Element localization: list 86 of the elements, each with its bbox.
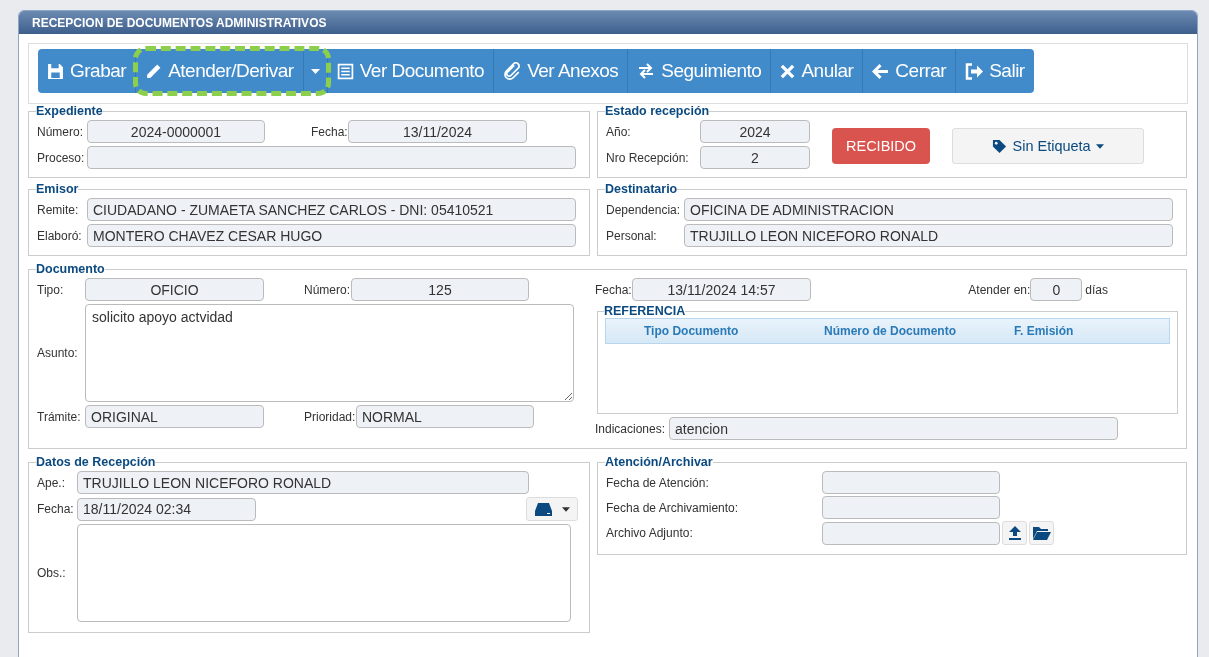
input-field[interactable]: CIUDADANO - ZUMAETA SANCHEZ CARLOS - DNI: 05410521 (87, 198, 576, 221)
input-field[interactable]: OFICINA DE ADMINISTRACION (684, 198, 1173, 221)
field-label: Fecha: (595, 282, 632, 297)
input-field[interactable]: 2024-0000001 (87, 120, 265, 143)
field-label: Proceso: (37, 150, 86, 165)
field-label: Elaboró: (37, 228, 83, 243)
section-title: Atención/Archivar (605, 455, 713, 469)
field-label: Número: (37, 124, 84, 139)
toolbar-button[interactable]: Cerrar (863, 49, 957, 93)
sign-out-icon (965, 62, 984, 80)
section-title: Expediente (36, 104, 103, 118)
caret-icon (1095, 143, 1104, 149)
close-icon (780, 63, 796, 79)
field-label: Indicaciones: (595, 421, 667, 436)
field-label: Fecha: (311, 124, 348, 139)
panel-title: RECEPCION DE DOCUMENTOS ADMINISTRATIVOS (32, 15, 327, 30)
input-field[interactable]: 2024 (700, 120, 810, 143)
input-field[interactable]: 13/11/2024 (348, 120, 527, 143)
field-label: Año: (606, 124, 632, 139)
field-label: Ape.: (37, 475, 67, 490)
folder-icon (1032, 526, 1051, 540)
column-header: Número de Documento (824, 324, 957, 338)
input-field[interactable] (822, 496, 1000, 519)
swap-arrows-icon (637, 63, 656, 79)
upload-icon (1007, 526, 1022, 540)
input-field[interactable]: 0 (1030, 278, 1083, 301)
field-label: Atender en: (968, 282, 1031, 297)
input-field[interactable] (822, 521, 1000, 545)
browse-button[interactable] (1029, 521, 1054, 545)
input-field[interactable]: MONTERO CHAVEZ CESAR HUGO (87, 224, 576, 247)
field-label: Tipo: (37, 282, 65, 297)
input-field[interactable]: OFICIO (85, 278, 264, 301)
section-title: Emisor (36, 182, 79, 196)
dropdown-button[interactable] (303, 49, 328, 93)
field-label: Archivo Adjunto: (606, 526, 694, 540)
input-field[interactable]: TRUJILLO LEON NICEFORO RONALD (684, 224, 1173, 247)
field-label: Personal: (606, 228, 658, 243)
field-label: Número: (304, 282, 351, 297)
toolbar-button[interactable]: Seguimiento (628, 49, 772, 93)
arrow-left-icon (872, 63, 890, 79)
unit-label: días (1085, 282, 1108, 297)
field-label: Fecha de Atención: (606, 475, 710, 490)
toolbar-button[interactable]: Grabar (38, 49, 137, 93)
caret-icon (561, 506, 570, 512)
tag-icon (992, 138, 1008, 154)
input-field[interactable]: 125 (351, 278, 529, 301)
section-title: Datos de Recepción (36, 455, 156, 469)
field-label: Nro Recepción: (606, 150, 690, 165)
storage-dropdown-button[interactable] (526, 497, 578, 521)
field-label: Prioridad: (304, 409, 356, 424)
input-field[interactable] (87, 146, 576, 169)
subject-textarea[interactable]: solicito apoyo actvidad (85, 304, 574, 402)
field-label: Obs.: (37, 566, 67, 580)
toolbar-button[interactable]: Ver Anexos (494, 49, 629, 93)
input-field[interactable]: NORMAL (356, 405, 534, 428)
upload-button[interactable] (1002, 521, 1027, 545)
section-title: REFERENCIA (604, 304, 686, 318)
input-field[interactable]: 13/11/2024 14:57 (632, 278, 811, 301)
input-field[interactable]: atencion (669, 417, 1118, 440)
pencil-icon (145, 62, 163, 80)
field-label: Dependencia: (606, 202, 682, 217)
toolbar-button[interactable]: Ver Documento (327, 49, 495, 93)
section-title: Destinatario (605, 182, 678, 196)
input-field[interactable]: 18/11/2024 02:34 (77, 497, 256, 521)
field-label: Asunto: (37, 346, 79, 360)
hard-drive-icon (534, 502, 552, 516)
toolbar-button[interactable]: Anular (771, 49, 864, 93)
input-field[interactable]: 2 (700, 146, 810, 169)
input-field[interactable]: TRUJILLO LEON NICEFORO RONALD (77, 471, 529, 494)
section-title: Estado recepción (605, 104, 710, 118)
input-field[interactable]: ORIGINAL (85, 405, 264, 428)
section-title: Documento (36, 262, 105, 276)
tag-dropdown-button[interactable]: Sin Etiqueta (952, 128, 1145, 164)
column-header: F. Emisión (1014, 324, 1075, 338)
field-label: Remite: (37, 202, 80, 217)
field-label: Fecha: (37, 502, 75, 516)
toolbar-button[interactable]: Atender/Derivar (136, 49, 304, 93)
toolbar-button[interactable]: Salir (956, 49, 1034, 93)
list-icon (336, 62, 354, 80)
input-field[interactable] (822, 471, 1000, 494)
caret-icon (310, 68, 320, 74)
field-label: Fecha de Archivamiento: (606, 500, 740, 515)
column-header: Tipo Documento (644, 324, 740, 338)
paperclip-icon (503, 62, 522, 80)
field-label: Trámite: (37, 409, 82, 424)
status-badge: RECIBIDO (832, 128, 931, 164)
